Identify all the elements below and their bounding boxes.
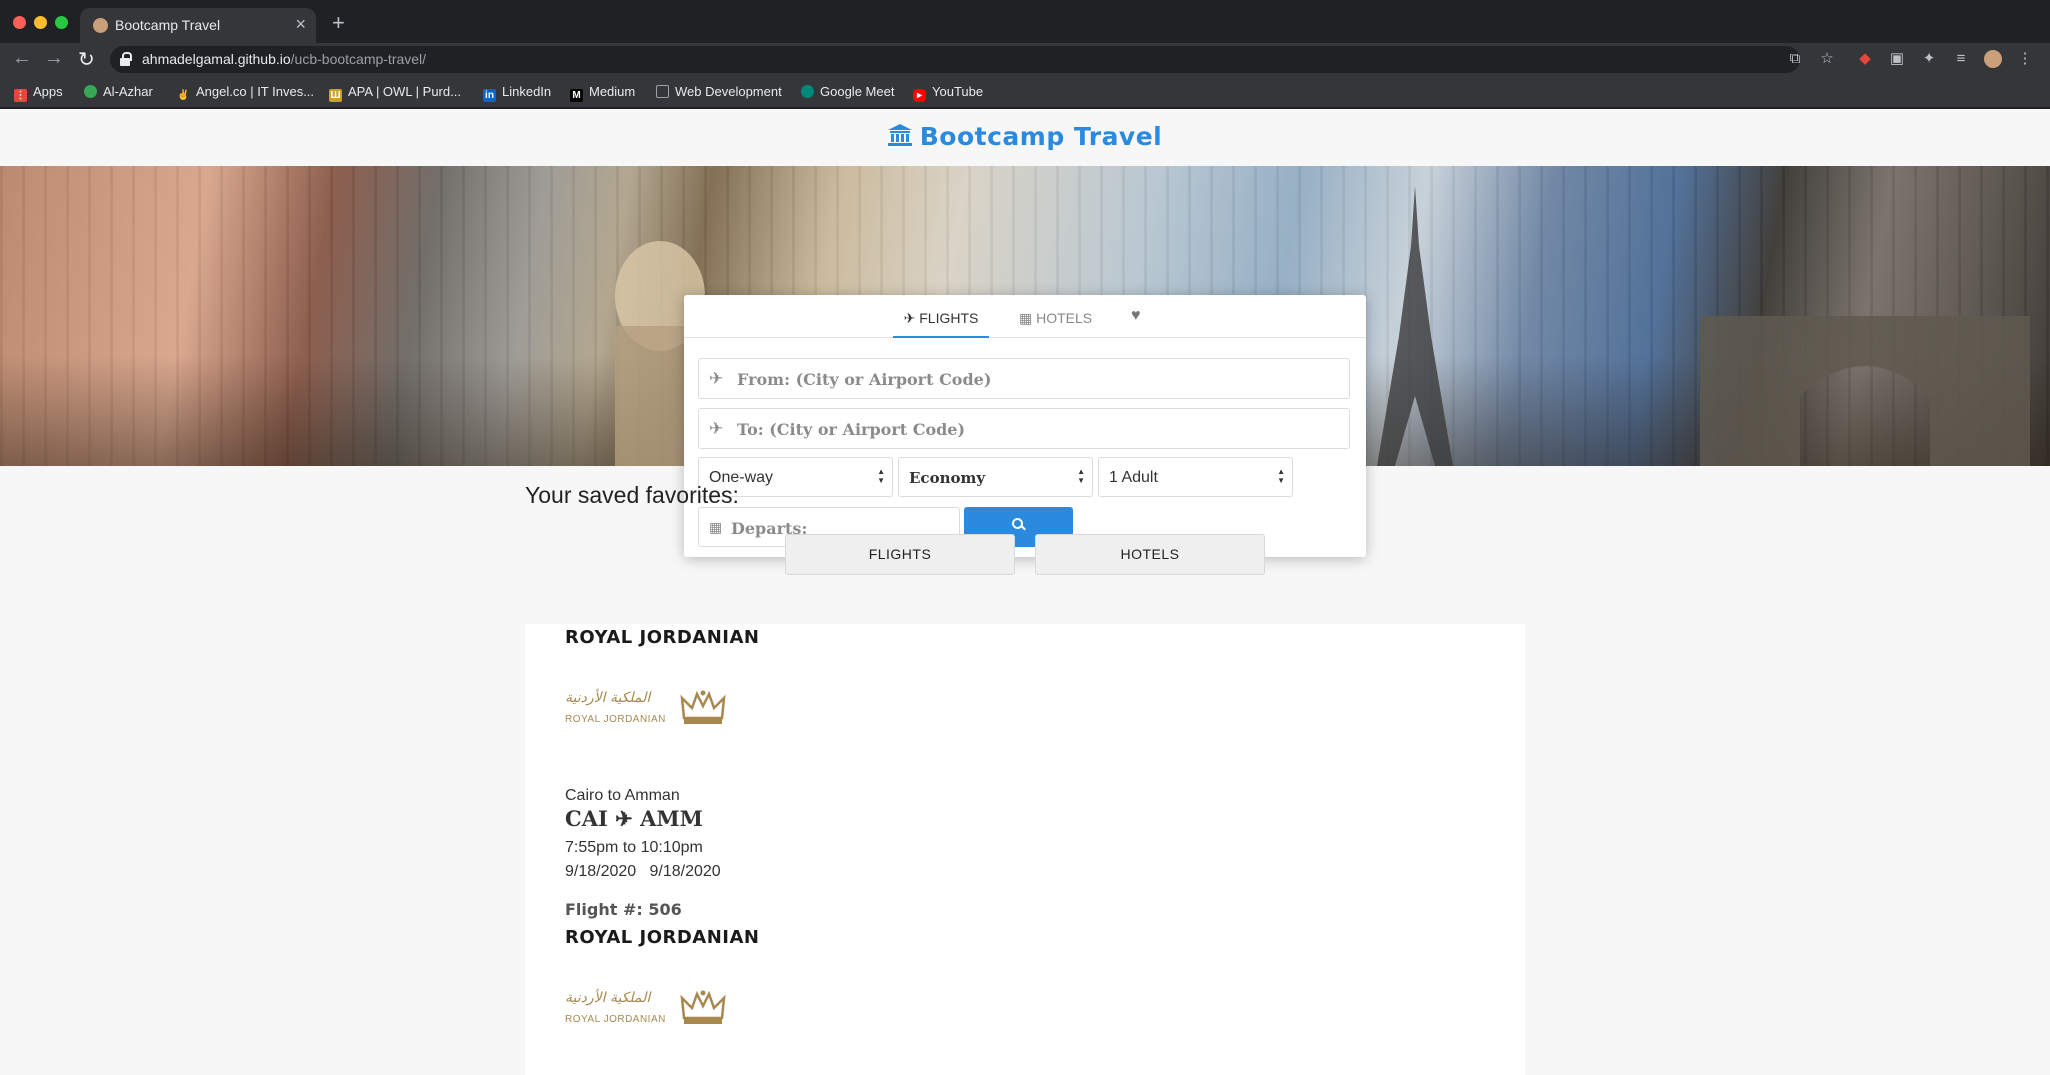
- folder-icon: [656, 85, 669, 98]
- medium-icon: M: [570, 89, 583, 102]
- tab-favorites[interactable]: ♥: [1131, 307, 1155, 335]
- bookmark-star-icon[interactable]: ☆: [1818, 50, 1836, 68]
- airline-name: ROYAL JORDANIAN: [565, 927, 760, 948]
- tab-strip: Bootcamp Travel × +: [0, 0, 2050, 43]
- bookmark-al-azhar[interactable]: Al-Azhar: [84, 84, 153, 99]
- bookmarks-bar: ⋮ Apps Al-Azhar ✌ Angel.co | IT Inves... Ш…: [0, 76, 2050, 108]
- royal-jordanian-logo: الملكية الأردنية ROYAL JORDANIAN: [565, 690, 735, 730]
- from-placeholder: From: (City or Airport Code): [737, 370, 992, 389]
- menu-kebab-icon[interactable]: ⋮: [2016, 50, 2034, 68]
- favorites-flights-button[interactable]: FLIGHTS: [785, 534, 1015, 575]
- logo-latin-text: ROYAL JORDANIAN: [565, 1014, 666, 1025]
- apps-grid-icon: ⋮: [14, 89, 27, 102]
- to-placeholder: To: (City or Airport Code): [737, 420, 966, 439]
- bookmark-youtube[interactable]: ▸ YouTube: [913, 84, 983, 102]
- al-azhar-icon: [84, 85, 97, 98]
- favorites-list: ROYAL JORDANIAN الملكية الأردنية ROYAL J…: [525, 624, 1525, 1075]
- site-header: Bootcamp Travel: [0, 109, 2050, 166]
- new-tab-button[interactable]: +: [332, 10, 345, 36]
- bookmark-linkedin[interactable]: in LinkedIn: [483, 84, 551, 102]
- maximize-window-button[interactable]: [55, 16, 68, 29]
- search-icon: [1012, 518, 1026, 532]
- search-card: ✈ FLIGHTS ▦ HOTELS ♥ ✈ From: (City or Ai…: [684, 295, 1366, 557]
- passengers-value: 1 Adult: [1109, 469, 1158, 486]
- linkedin-icon: in: [483, 89, 496, 102]
- plane-icon: ✈: [903, 310, 916, 326]
- profile-avatar[interactable]: [1984, 50, 2002, 68]
- logo-arabic-text: الملكية الأردنية: [565, 690, 651, 706]
- tab-close-icon[interactable]: ×: [295, 14, 306, 35]
- tab-hotels[interactable]: ▦ HOTELS: [1019, 310, 1099, 338]
- bookmark-medium[interactable]: M Medium: [570, 84, 635, 102]
- url-text[interactable]: ahmadelgamal.github.io/ucb-bootcamp-trav…: [142, 51, 426, 67]
- browser-tab[interactable]: Bootcamp Travel ×: [80, 8, 316, 43]
- tab-flights[interactable]: ✈ FLIGHTS: [893, 310, 989, 338]
- web-page: Bootcamp Travel ✈ FLIGHTS ▦ HOTELS ♥ ✈ F…: [0, 109, 2050, 1075]
- crown-icon: [680, 990, 726, 1024]
- google-meet-icon: [801, 85, 814, 98]
- from-input[interactable]: ✈ From: (City or Airport Code): [698, 358, 1350, 399]
- browser-window: Bootcamp Travel × + ← → ↻ ahmadelgamal.g…: [0, 0, 2050, 1075]
- extension-cb-icon[interactable]: ▣: [1888, 50, 1906, 68]
- airline-name: ROYAL JORDANIAN: [565, 627, 760, 648]
- airport-codes: CAI ✈ AMM: [565, 806, 703, 831]
- back-arrow-icon[interactable]: ←: [12, 47, 32, 70]
- flight-times: 7:55pm to 10:10pm: [565, 839, 703, 856]
- close-window-button[interactable]: [13, 16, 26, 29]
- tab-title: Bootcamp Travel: [115, 17, 221, 33]
- flight-number: Flight #: 506: [565, 900, 682, 919]
- plane-arrival-icon: ✈: [709, 419, 724, 438]
- flight-route: Cairo to Amman: [565, 787, 680, 804]
- passengers-select[interactable]: 1 Adult ▲ ▼: [1098, 457, 1293, 497]
- bookmark-apps[interactable]: ⋮ Apps: [14, 84, 63, 102]
- reading-list-icon[interactable]: ≡: [1952, 50, 1970, 68]
- royal-jordanian-logo: الملكية الأردنية ROYAL JORDANIAN: [565, 990, 735, 1030]
- address-bar[interactable]: ahmadelgamal.github.io/ucb-bootcamp-trav…: [110, 46, 1834, 73]
- owl-icon: Ш: [329, 89, 342, 102]
- search-tabs: ✈ FLIGHTS ▦ HOTELS ♥: [684, 295, 1366, 338]
- favorites-heading: Your saved favorites:: [525, 482, 739, 508]
- cabin-class-value: Economy: [909, 469, 986, 487]
- cabin-class-select[interactable]: Economy ▲ ▼: [898, 457, 1093, 497]
- plane-departure-icon: ✈: [709, 369, 724, 388]
- translate-icon[interactable]: ⧉: [1786, 50, 1804, 68]
- bookmark-web-development[interactable]: Web Development: [656, 84, 782, 99]
- crown-icon: [680, 690, 726, 724]
- youtube-icon: ▸: [913, 89, 926, 102]
- eiffel-tower-icon: [1377, 186, 1453, 466]
- favorites-hotels-button[interactable]: HOTELS: [1035, 534, 1265, 575]
- site-logo[interactable]: Bootcamp Travel: [0, 122, 2050, 152]
- building-icon: ▦: [1019, 310, 1033, 326]
- plane-icon: ✈: [615, 806, 633, 831]
- university-icon: [887, 123, 912, 152]
- browser-toolbar: ← → ↻ ahmadelgamal.github.io/ucb-bootcam…: [0, 43, 2050, 76]
- minimize-window-button[interactable]: [34, 16, 47, 29]
- calendar-icon: ▦: [709, 519, 723, 535]
- reload-icon[interactable]: ↻: [78, 47, 95, 72]
- select-arrows-icon: ▲ ▼: [877, 467, 885, 485]
- forward-arrow-icon[interactable]: →: [44, 47, 64, 70]
- arc-de-triomphe-icon: [1700, 316, 2030, 466]
- flight-dates: 9/18/2020 9/18/2020: [565, 863, 721, 880]
- lock-icon[interactable]: [120, 52, 132, 66]
- to-input[interactable]: ✈ To: (City or Airport Code): [698, 408, 1350, 449]
- bookmark-google-meet[interactable]: Google Meet: [801, 84, 894, 99]
- logo-latin-text: ROYAL JORDANIAN: [565, 714, 666, 725]
- bookmark-owl[interactable]: Ш APA | OWL | Purd...: [329, 84, 461, 102]
- select-arrows-icon: ▲ ▼: [1077, 467, 1085, 485]
- select-arrows-icon: ▲ ▼: [1277, 467, 1285, 485]
- logo-arabic-text: الملكية الأردنية: [565, 990, 651, 1006]
- angel-icon: ✌: [177, 90, 190, 101]
- extension-red-icon[interactable]: ◆: [1856, 50, 1874, 68]
- extensions-puzzle-icon[interactable]: ✦: [1920, 50, 1938, 68]
- bookmark-angel[interactable]: ✌ Angel.co | IT Inves...: [177, 84, 314, 102]
- tab-favicon-icon: [93, 18, 108, 33]
- heart-icon: ♥: [1131, 307, 1141, 324]
